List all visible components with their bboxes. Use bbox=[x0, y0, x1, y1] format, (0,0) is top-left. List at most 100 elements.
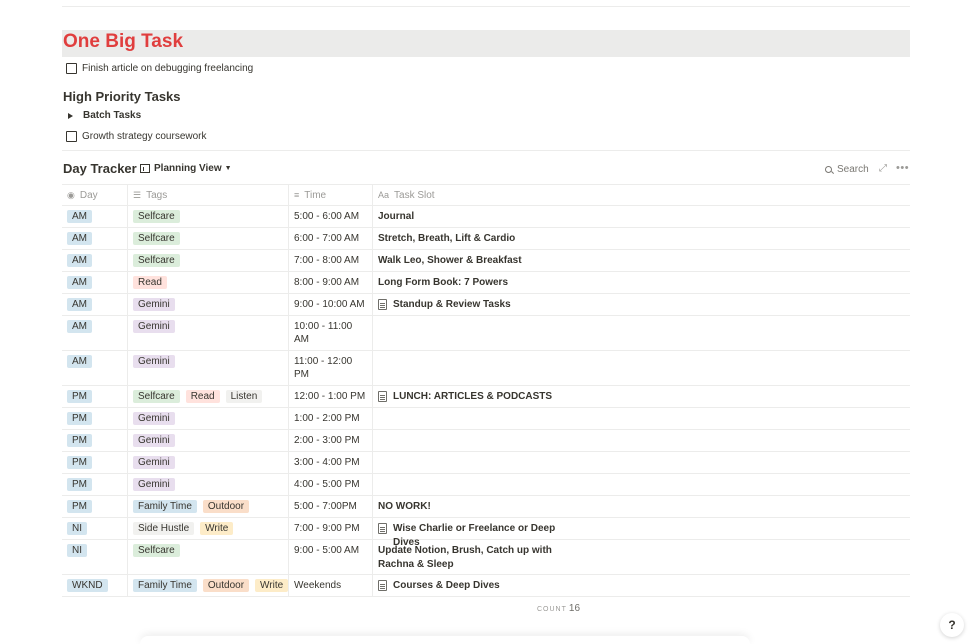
tags-cell[interactable]: Gemini bbox=[128, 408, 289, 429]
count-footer: COUNT 16 bbox=[537, 603, 580, 614]
checkbox[interactable] bbox=[66, 131, 77, 142]
time-cell[interactable]: 9:00 - 10:00 AM bbox=[289, 294, 373, 315]
table-row[interactable]: PM Selfcare Read Listen 12:00 - 1:00 PM LUNCH… bbox=[62, 386, 910, 408]
tags-cell[interactable]: Gemini bbox=[128, 452, 289, 473]
task-slot-cell[interactable]: Update Notion, Brush, Catch up with Rach… bbox=[373, 540, 910, 574]
database-title[interactable]: Day Tracker bbox=[63, 161, 137, 176]
task-title: Standup & Review Tasks bbox=[378, 298, 511, 312]
time-cell[interactable]: 12:00 - 1:00 PM bbox=[289, 386, 373, 407]
table-row[interactable]: AM Selfcare 7:00 - 8:00 AM Walk Leo, Shower… bbox=[62, 250, 910, 272]
task-slot-cell[interactable] bbox=[373, 316, 910, 350]
day-cell[interactable]: AM bbox=[62, 316, 128, 350]
task-slot-cell[interactable] bbox=[373, 351, 910, 385]
tags-cell[interactable]: Family Time Outdoor bbox=[128, 496, 289, 517]
task-slot-cell[interactable] bbox=[373, 408, 910, 429]
time-cell[interactable]: 5:00 - 7:00PM bbox=[289, 496, 373, 517]
day-cell[interactable]: NI bbox=[62, 540, 128, 574]
table-row[interactable]: PM Gemini 4:00 - 5:00 PM bbox=[62, 474, 910, 496]
time-cell[interactable]: 3:00 - 4:00 PM bbox=[289, 452, 373, 473]
time-cell[interactable]: 7:00 - 9:00 PM bbox=[289, 518, 373, 539]
day-cell[interactable]: AM bbox=[62, 250, 128, 271]
day-cell[interactable]: PM bbox=[62, 474, 128, 495]
day-cell[interactable]: PM bbox=[62, 408, 128, 429]
time-cell[interactable]: Weekends bbox=[289, 575, 373, 596]
open-full-page-icon[interactable]: ⤢ bbox=[879, 163, 887, 174]
tags-cell[interactable]: Selfcare bbox=[128, 228, 289, 249]
tags-cell[interactable]: Gemini bbox=[128, 351, 289, 385]
tags-cell[interactable]: Gemini bbox=[128, 316, 289, 350]
day-cell[interactable]: WKND bbox=[62, 575, 128, 596]
day-badge: PM bbox=[67, 500, 92, 513]
column-header-task-slot[interactable]: Aa Task Slot bbox=[373, 185, 910, 205]
day-cell[interactable]: PM bbox=[62, 430, 128, 451]
table-row[interactable]: AM Gemini 11:00 - 12:00 PM bbox=[62, 351, 910, 386]
table-row[interactable]: NI Selfcare 9:00 - 5:00 AM Update Notion, B… bbox=[62, 540, 910, 575]
day-cell[interactable]: NI bbox=[62, 518, 128, 539]
table-row[interactable]: AM Gemini 10:00 - 11:00 AM bbox=[62, 316, 910, 351]
tags-cell[interactable]: Selfcare bbox=[128, 540, 289, 574]
task-slot-cell[interactable] bbox=[373, 474, 910, 495]
view-selector-button[interactable]: Planning View ▼ bbox=[140, 163, 232, 174]
day-cell[interactable]: PM bbox=[62, 496, 128, 517]
task-slot-cell[interactable]: Long Form Book: 7 Powers bbox=[373, 272, 910, 293]
time-cell[interactable]: 5:00 - 6:00 AM bbox=[289, 206, 373, 227]
tags-cell[interactable]: Gemini bbox=[128, 474, 289, 495]
tags-cell[interactable]: Read bbox=[128, 272, 289, 293]
day-badge: AM bbox=[67, 276, 92, 289]
table-row[interactable]: PM Gemini 3:00 - 4:00 PM bbox=[62, 452, 910, 474]
tags-cell[interactable]: Selfcare Read Listen bbox=[128, 386, 289, 407]
tags-cell[interactable]: Side Hustle Write bbox=[128, 518, 289, 539]
task-slot-cell[interactable]: NO WORK! bbox=[373, 496, 910, 517]
task-slot-cell[interactable]: Walk Leo, Shower & Breakfast bbox=[373, 250, 910, 271]
day-cell[interactable]: AM bbox=[62, 228, 128, 249]
table-row[interactable]: AM Gemini 9:00 - 10:00 AM Standup & Review … bbox=[62, 294, 910, 316]
help-button[interactable]: ? bbox=[940, 613, 964, 637]
task-slot-cell[interactable] bbox=[373, 430, 910, 451]
day-cell[interactable]: AM bbox=[62, 206, 128, 227]
table-row[interactable]: AM Selfcare 6:00 - 7:00 AM Stretch, Breath,… bbox=[62, 228, 910, 250]
day-cell[interactable]: AM bbox=[62, 272, 128, 293]
task-slot-cell[interactable]: LUNCH: ARTICLES & PODCASTS bbox=[373, 386, 910, 407]
time-cell[interactable]: 1:00 - 2:00 PM bbox=[289, 408, 373, 429]
time-cell[interactable]: 8:00 - 9:00 AM bbox=[289, 272, 373, 293]
checkbox[interactable] bbox=[66, 63, 77, 74]
toggle-batch-tasks[interactable]: Batch Tasks bbox=[66, 110, 141, 121]
table-row[interactable]: PM Gemini 2:00 - 3:00 PM bbox=[62, 430, 910, 452]
day-cell[interactable]: AM bbox=[62, 294, 128, 315]
time-cell[interactable]: 6:00 - 7:00 AM bbox=[289, 228, 373, 249]
tags-cell[interactable]: Gemini bbox=[128, 430, 289, 451]
search-button[interactable]: Search bbox=[825, 164, 869, 175]
day-cell[interactable]: PM bbox=[62, 386, 128, 407]
tags-cell[interactable]: Selfcare bbox=[128, 206, 289, 227]
tags-cell[interactable]: Gemini bbox=[128, 294, 289, 315]
table-row[interactable]: WKND Family Time Outdoor Write Weekends Cours… bbox=[62, 575, 910, 597]
day-cell[interactable]: AM bbox=[62, 351, 128, 385]
time-cell[interactable]: 9:00 - 5:00 AM bbox=[289, 540, 373, 574]
table-row[interactable]: PM Gemini 1:00 - 2:00 PM bbox=[62, 408, 910, 430]
table-row[interactable]: PM Family Time Outdoor 5:00 - 7:00PM NO WORK… bbox=[62, 496, 910, 518]
time-cell[interactable]: 10:00 - 11:00 AM bbox=[289, 316, 373, 350]
column-header-day[interactable]: ◉ Day bbox=[62, 185, 128, 205]
column-header-tags[interactable]: ☰ Tags bbox=[128, 185, 289, 205]
table-row[interactable]: AM Read 8:00 - 9:00 AM Long Form Book: 7 Po… bbox=[62, 272, 910, 294]
task-slot-cell[interactable] bbox=[373, 452, 910, 473]
tags-cell[interactable]: Selfcare bbox=[128, 250, 289, 271]
time-cell[interactable]: 11:00 - 12:00 PM bbox=[289, 351, 373, 385]
day-cell[interactable]: PM bbox=[62, 452, 128, 473]
tag-badge: Write bbox=[255, 579, 289, 592]
task-slot-cell[interactable]: Wise Charlie or Freelance or Deep Dives bbox=[373, 518, 910, 548]
task-slot-cell[interactable]: Standup & Review Tasks bbox=[373, 294, 910, 315]
toggle-triangle-icon[interactable] bbox=[68, 112, 73, 119]
time-cell[interactable]: 7:00 - 8:00 AM bbox=[289, 250, 373, 271]
task-slot-cell[interactable]: Journal bbox=[373, 206, 910, 227]
time-cell[interactable]: 2:00 - 3:00 PM bbox=[289, 430, 373, 451]
column-header-time[interactable]: ≡ Time bbox=[289, 185, 373, 205]
tag-badge: Gemini bbox=[133, 298, 175, 311]
table-row[interactable]: AM Selfcare 5:00 - 6:00 AM Journal bbox=[62, 206, 910, 228]
table-row[interactable]: NI Side Hustle Write 7:00 - 9:00 PM Wise Cha… bbox=[62, 518, 910, 548]
time-cell[interactable]: 4:00 - 5:00 PM bbox=[289, 474, 373, 495]
task-slot-cell[interactable]: Stretch, Breath, Lift & Cardio bbox=[373, 228, 910, 249]
task-slot-cell[interactable]: Courses & Deep Dives bbox=[373, 575, 910, 596]
more-options-icon[interactable]: ••• bbox=[896, 162, 909, 174]
tags-cell[interactable]: Family Time Outdoor Write bbox=[128, 575, 289, 596]
